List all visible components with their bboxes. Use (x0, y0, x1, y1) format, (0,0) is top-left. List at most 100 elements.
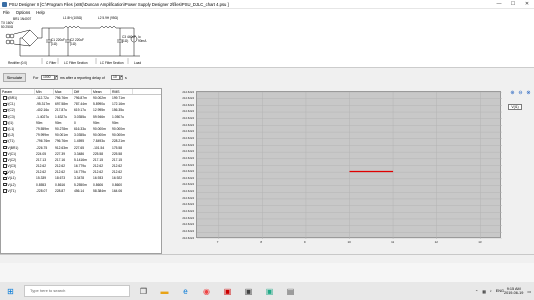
param-checkbox[interactable] (3, 164, 7, 168)
param-checkbox[interactable] (3, 170, 7, 175)
delay-input[interactable]: 10 (111, 75, 120, 80)
y-tick-label: 212.6224 (182, 202, 194, 207)
language-indicator[interactable]: ENG (496, 289, 504, 293)
clock[interactable]: 9:15 AM 2019-06-19 (504, 287, 523, 296)
section-load: Load (134, 61, 142, 65)
status-bar: Simulation complete, elapsed time 0.01 s… (0, 254, 534, 269)
y-tick-label: 212.6224 (182, 122, 194, 127)
app-green-icon[interactable]: ▣ (263, 285, 276, 298)
y-tick-label: 212.6224 (182, 222, 194, 227)
y-tick-label: 212.6224 (182, 189, 194, 194)
l1-label: L1 8H (105Ω) (63, 16, 83, 20)
header-rms[interactable]: RMS (111, 89, 133, 94)
header-min[interactable]: Min (35, 89, 54, 94)
x-tick-label: 12 (434, 240, 438, 244)
taskbar-search[interactable]: Type here to search (24, 285, 130, 297)
zoom-in-icon[interactable]: ⊕ (509, 90, 516, 97)
app-icon (2, 1, 7, 7)
c1-label: C1 220uF (1Ω) (51, 38, 65, 46)
param-checkbox[interactable] (3, 96, 7, 100)
minimize-button[interactable]: — (492, 0, 506, 9)
close-button[interactable]: ✕ (520, 0, 534, 9)
header-diff[interactable]: Diff (73, 89, 92, 94)
y-tick-label: 212.6224 (182, 215, 194, 220)
tray-arrow-icon[interactable]: ⌃ (475, 289, 478, 294)
network-icon[interactable]: ▦ (482, 289, 486, 294)
delay-label: ms after a reporting delay of (60, 76, 105, 80)
y-tick-label: 212.6224 (182, 89, 194, 94)
param-checkbox[interactable] (3, 182, 7, 187)
section-lc-filter-1: LC Filter Section (64, 61, 88, 65)
param-checkbox[interactable] (3, 121, 7, 125)
menu-options[interactable]: Options (13, 10, 33, 15)
l2-label: L2 5.9H (95Ω) (98, 16, 119, 20)
param-checkbox[interactable] (3, 189, 7, 193)
param-checkbox[interactable] (3, 158, 7, 162)
section-lc-filter-2: LC Filter Section (100, 61, 124, 65)
task-view-icon[interactable]: ❐ (137, 285, 150, 298)
param-checkbox[interactable] (3, 114, 7, 119)
y-tick-label: 212.6224 (182, 162, 194, 167)
start-icon[interactable]: ⊞ (4, 285, 17, 298)
psu-designer-icon[interactable]: ▤ (284, 285, 297, 298)
param-checkbox[interactable] (3, 102, 7, 107)
param-name: V(T1) (7, 188, 16, 193)
y-tick-label: 212.6224 (182, 149, 194, 154)
circuit-schematic[interactable]: TX 160V 50 250Ω BR1 1N4007 L1 8H (105Ω) … (0, 16, 534, 68)
app-gray-icon[interactable]: ▣ (242, 285, 255, 298)
app-red-icon[interactable]: ▣ (221, 285, 234, 298)
y-tick-label: 212.6224 (182, 142, 194, 147)
param-checkbox[interactable] (3, 133, 7, 137)
edge-icon[interactable]: e (179, 285, 192, 298)
zoom-reset-icon[interactable]: ⊗ (525, 90, 532, 97)
duration-input[interactable]: 1000 (41, 75, 55, 80)
x-tick-label: 9 (303, 240, 306, 244)
volume-icon[interactable]: ♪ (490, 289, 492, 293)
table-body: I(BR1) -112.72u 796.76m 796.87m 90.002m 199.7… (1, 95, 161, 194)
y-tick-label: 212.6224 (182, 96, 194, 101)
zoom-out-icon[interactable]: ⊖ (517, 90, 524, 97)
notification-icon[interactable]: ▭ (527, 289, 531, 294)
maximize-button[interactable]: ☐ (506, 0, 520, 9)
bridge-label: BR1 1N4007 (13, 17, 32, 21)
delay-spinner[interactable]: ▴ (120, 75, 123, 80)
param-checkbox[interactable] (3, 139, 7, 144)
x-tick-label: 13 (478, 240, 482, 244)
param-checkbox[interactable] (3, 127, 7, 131)
param-checkbox[interactable] (3, 108, 7, 113)
param-checkbox[interactable] (3, 145, 7, 150)
x-tick-label: 11 (391, 240, 395, 244)
header-param[interactable]: Param (1, 89, 35, 94)
y-tick-label: 212.6224 (182, 155, 194, 160)
mean-cell: 58.384m (93, 188, 106, 193)
trace-label-button[interactable]: V(I1) (508, 104, 522, 110)
section-rectifier: Rectifier (0.0) (8, 61, 28, 65)
duration-spinner[interactable]: ▴ (55, 75, 58, 80)
x-tick-label: 7 (216, 240, 219, 244)
y-tick-label: 212.6224 (182, 116, 194, 121)
results-table[interactable]: Param Min Max Diff Mean RMS I(BR1) -112.7… (0, 88, 162, 254)
y-tick-label: 212.6224 (182, 175, 194, 180)
y-tick-label: 212.6224 (182, 109, 194, 114)
param-checkbox[interactable] (3, 176, 7, 181)
min-cell: -228.07 (36, 188, 48, 193)
y-tick-label: 212.6224 (182, 208, 194, 213)
param-checkbox[interactable] (3, 152, 7, 156)
plot-svg (197, 92, 502, 239)
header-mean[interactable]: Mean (92, 89, 111, 94)
diff-cell: 456.14 (74, 188, 85, 193)
file-explorer-icon[interactable]: ▬ (158, 285, 171, 298)
y-tick-label: 212.6224 (182, 182, 194, 187)
c3-label: C3 440uF (1Ω) (122, 35, 136, 43)
param-cell: V(T1) (1, 188, 35, 194)
menu-help[interactable]: Help (33, 10, 48, 15)
clock-date: 2019-06-19 (503, 291, 524, 295)
menu-file[interactable]: File (0, 10, 13, 15)
for-label: For (33, 76, 39, 80)
header-max[interactable]: Max (54, 89, 73, 94)
plot-canvas[interactable] (196, 91, 502, 239)
table-row[interactable]: V(T1) -228.07 228.87 456.14 58.384m 164.06 (1, 188, 161, 194)
simulate-button[interactable]: Simulate (3, 73, 26, 82)
seconds-label: s (125, 76, 127, 80)
chrome-icon[interactable]: ◉ (200, 285, 213, 298)
